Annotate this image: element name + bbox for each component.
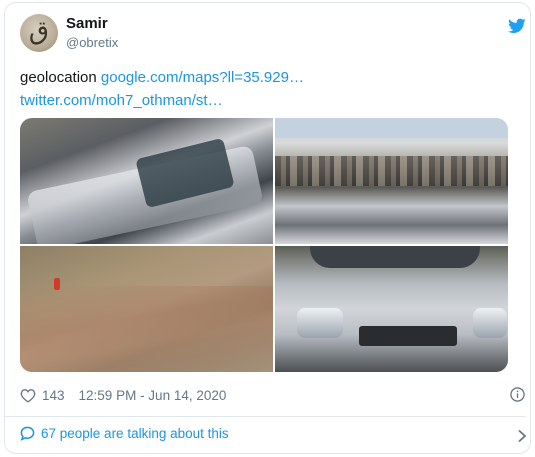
heart-icon[interactable] (20, 388, 36, 403)
person-figure (54, 278, 60, 290)
talking-label: 67 people are talking about this (41, 426, 229, 441)
dirt-path-shape (20, 286, 273, 372)
crowd-shape (275, 156, 508, 186)
right-headlight (473, 308, 507, 338)
google-maps-link[interactable]: google.com/maps?ll=35.929… (101, 69, 304, 86)
tweet-meta: 143 12:59 PM - Jun 14, 2020 (20, 384, 226, 406)
photo-damaged-car-side[interactable] (20, 118, 273, 244)
author-handle[interactable]: @obretix (66, 35, 118, 50)
left-headlight (297, 308, 343, 338)
twitter-bird-icon[interactable] (508, 18, 526, 34)
grille-shape (359, 326, 457, 346)
conversation-link[interactable]: 67 people are talking about this (20, 426, 229, 441)
chevron-right-icon[interactable] (517, 429, 527, 443)
photo-hillside-slope[interactable] (20, 246, 273, 372)
windshield-shape (310, 246, 480, 268)
author-name[interactable]: Samir (66, 15, 108, 32)
tweet-text-prefix: geolocation (20, 69, 101, 86)
tweet-text: geolocation google.com/maps?ll=35.929… t… (20, 66, 510, 112)
twitter-status-link[interactable]: twitter.com/moh7_othman/st… (20, 92, 223, 109)
sky-shape (275, 118, 508, 138)
timestamp[interactable]: 12:59 PM - Jun 14, 2020 (79, 388, 227, 403)
divider (5, 416, 526, 417)
comment-bubble-icon (20, 426, 35, 441)
info-icon[interactable] (510, 387, 525, 402)
photo-crowd-around-car[interactable] (275, 118, 508, 244)
avatar-glyph: ق (28, 16, 50, 46)
like-count[interactable]: 143 (42, 388, 65, 403)
avatar[interactable]: ق (20, 14, 58, 52)
media-grid (20, 118, 508, 372)
photo-car-front[interactable] (275, 246, 508, 372)
